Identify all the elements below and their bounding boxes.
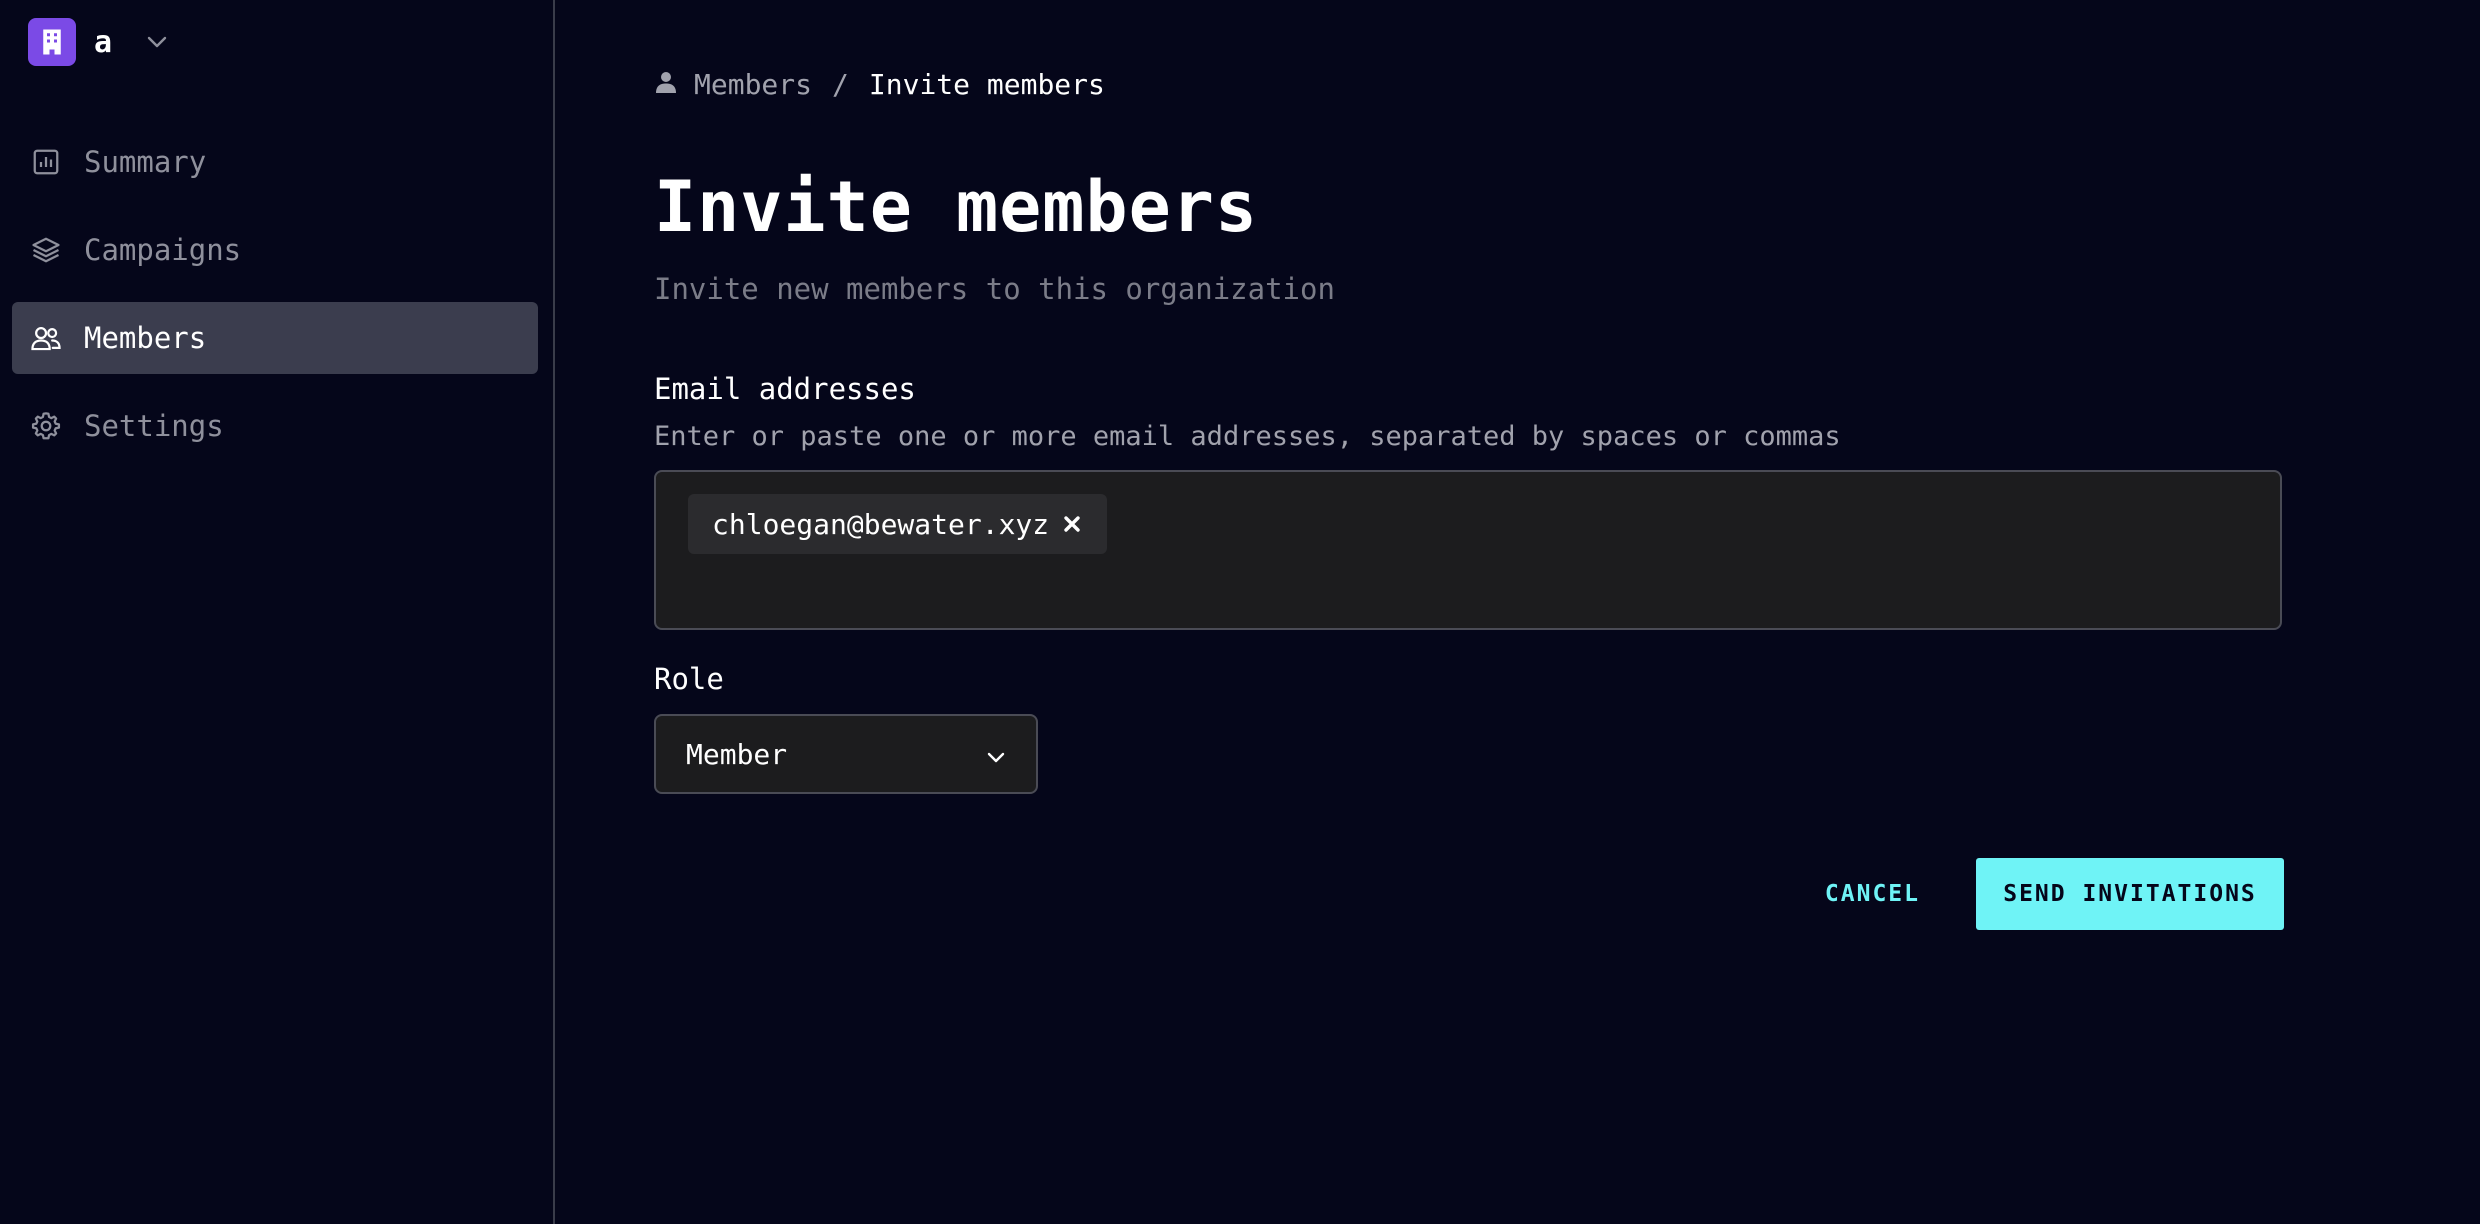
chevron-down-icon[interactable] (146, 35, 168, 49)
email-input[interactable]: chloegan@bewater.xyz (654, 470, 2282, 630)
sidebar: a Summary Campaigns Members Settings (0, 0, 555, 1224)
form-actions: CANCEL SEND INVITATIONS (1797, 858, 2284, 930)
sidebar-item-summary[interactable]: Summary (12, 126, 538, 198)
building-icon (28, 18, 76, 66)
sidebar-nav: Summary Campaigns Members Settings (12, 126, 538, 478)
sidebar-item-settings[interactable]: Settings (12, 390, 538, 462)
page-title: Invite members (654, 166, 1259, 248)
breadcrumb-current: Invite members (868, 68, 1105, 101)
person-icon (654, 68, 678, 101)
breadcrumb-members-link[interactable]: Members (694, 68, 812, 101)
sidebar-item-label: Members (84, 321, 207, 355)
org-name: a (94, 24, 113, 60)
close-icon[interactable] (1061, 513, 1083, 535)
org-switcher[interactable]: a (28, 18, 168, 66)
email-chip-label: chloegan@bewater.xyz (712, 507, 1050, 541)
send-invitations-button[interactable]: SEND INVITATIONS (1976, 858, 2284, 930)
breadcrumb: Members / Invite members (654, 68, 1105, 101)
main-content: Members / Invite members Invite members … (654, 0, 2284, 1224)
breadcrumb-separator: / (832, 68, 849, 101)
gear-icon (30, 410, 62, 442)
sidebar-item-members[interactable]: Members (12, 302, 538, 374)
sidebar-item-label: Summary (84, 145, 207, 179)
sidebar-item-label: Campaigns (84, 233, 242, 267)
page-subtitle: Invite new members to this organization (654, 272, 1335, 306)
bar-chart-icon (30, 146, 62, 178)
sidebar-item-campaigns[interactable]: Campaigns (12, 214, 538, 286)
role-select[interactable]: Member (654, 714, 1038, 794)
email-chip: chloegan@bewater.xyz (688, 494, 1108, 554)
role-selected-value: Member (686, 737, 788, 771)
sidebar-item-label: Settings (84, 409, 224, 443)
app-root: a Summary Campaigns Members Settings Mem… (0, 0, 2480, 1224)
layers-icon (30, 234, 62, 266)
email-label: Email addresses (654, 372, 916, 406)
chevron-down-icon (986, 738, 1006, 771)
role-label: Role (654, 662, 724, 696)
cancel-button[interactable]: CANCEL (1797, 858, 1948, 930)
email-hint: Enter or paste one or more email address… (654, 421, 1841, 452)
users-icon (30, 322, 62, 354)
